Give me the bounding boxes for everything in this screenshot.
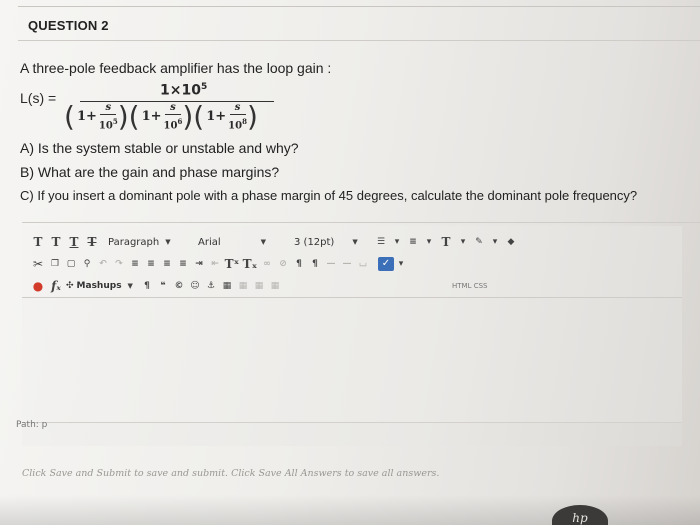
toolbar-row-1: T T T T Paragraph ▼ Arial ▼ 3 (12pt) ▼ ☰ ▾ … [30, 232, 520, 252]
table-icon[interactable]: ▦ [220, 281, 234, 291]
puzzle-icon: ✣ [66, 281, 74, 291]
highlight-pen-icon[interactable]: ✎ [472, 237, 486, 247]
formula-lhs: L(s) = [20, 90, 57, 106]
copy-icon[interactable]: ❐ [48, 259, 62, 269]
paste-icon[interactable]: ▢ [64, 259, 78, 269]
subscript-button[interactable]: Tₓ [242, 257, 258, 271]
screen: QUESTION 2 A three-pole feedback amplifi… [0, 0, 700, 525]
formula-button[interactable]: fₓ [48, 279, 64, 293]
question-title: QUESTION 2 [28, 18, 109, 33]
outdent-icon[interactable]: ⇤ [208, 259, 222, 269]
formula-denominator: ( 1+ s 105 ) ( 1+ s 106 ) ( 1+ s 108 ) [64, 102, 258, 131]
undo-icon[interactable]: ↶ [96, 259, 110, 269]
blockquote-icon[interactable]: ❝ [156, 281, 170, 291]
chevron-down-icon: ▼ [165, 238, 171, 246]
pole-term-1: ( 1+ s 105 ) [64, 99, 129, 133]
strikethrough-button[interactable]: T [84, 235, 100, 249]
toolbar-row-3: ● fₓ ✣ Mashups ▼ ¶ ❝ © ☺ ⚓ ▦ ▦ ▦ ▦ HTML CS… [30, 276, 488, 296]
link-icon[interactable]: ∞ [260, 259, 274, 269]
spellcheck-icon[interactable]: ✓ [378, 257, 394, 271]
chevron-down-icon[interactable]: ▾ [456, 237, 470, 247]
editor-toolbar: T T T T Paragraph ▼ Arial ▼ 3 (12pt) ▼ ☰ ▾ … [22, 226, 682, 298]
horizontal-rule-icon[interactable]: — [340, 259, 354, 269]
save-hint-text: Click Save and Submit to save and submit… [22, 468, 440, 479]
chevron-down-icon: ▼ [127, 282, 133, 290]
chevron-down-icon[interactable]: ▾ [390, 237, 404, 247]
paragraph-select[interactable]: Paragraph ▼ [108, 234, 190, 250]
editor-divider [22, 222, 700, 223]
question-part-a: A) Is the system stable or unstable and … [20, 140, 299, 156]
formula-numerator: 1×105 [160, 82, 208, 99]
cut-icon[interactable]: ✂ [30, 257, 46, 271]
question-part-b: B) What are the gain and phase margins? [20, 164, 280, 180]
font-size-select[interactable]: 3 (12pt) ▼ [294, 234, 366, 250]
horizontal-rule-icon[interactable]: — [324, 259, 338, 269]
paragraph-select-value: Paragraph [108, 236, 160, 248]
editor-path-label: Path: p [16, 420, 48, 430]
italic-button[interactable]: T [48, 235, 64, 249]
toolbar-row-2: ✂ ❐ ▢ ⚲ ↶ ↷ ≡ ≡ ≡ ≡ ⇥ ⇤ Tˣ Tₓ ∞ ⊘ ¶ ¶ — … [30, 254, 410, 274]
pole-term-2: ( 1+ s 106 ) [128, 99, 194, 133]
question-part-c: C) If you insert a dominant pole with a … [20, 188, 638, 203]
size-select-value: 3 (12pt) [294, 236, 335, 248]
unlink-icon[interactable]: ⊘ [276, 259, 290, 269]
top-divider [18, 6, 700, 7]
anchor-icon[interactable]: ⚓ [204, 281, 218, 291]
table-column-icon[interactable]: ▦ [252, 281, 266, 291]
mashups-select[interactable]: ✣ Mashups ▼ [66, 278, 133, 294]
editor-path-bar [22, 422, 682, 446]
table-row-icon[interactable]: ▦ [236, 281, 250, 291]
mashups-select-value: Mashups [76, 281, 122, 291]
pilcrow-icon[interactable]: ¶ [140, 281, 154, 291]
html-css-label[interactable]: HTML CSS [452, 282, 487, 290]
question-divider [18, 40, 700, 41]
text-color-button[interactable]: T [438, 235, 454, 249]
eraser-icon[interactable]: ◆ [504, 237, 518, 247]
chevron-down-icon[interactable]: ▾ [422, 237, 436, 247]
search-icon[interactable]: ⚲ [80, 259, 94, 269]
editor-body[interactable] [22, 298, 682, 422]
copyright-icon[interactable]: © [172, 281, 186, 291]
record-icon[interactable]: ● [30, 279, 46, 293]
bullet-list-icon[interactable]: ☰ [374, 237, 388, 247]
emoji-icon[interactable]: ☺ [188, 281, 202, 291]
chevron-down-icon[interactable]: ▾ [394, 259, 408, 269]
ltr-paragraph-icon[interactable]: ¶ [292, 259, 306, 269]
question-stem: A three-pole feedback amplifier has the … [20, 60, 332, 76]
chevron-down-icon: ▼ [352, 238, 358, 246]
rtl-paragraph-icon[interactable]: ¶ [308, 259, 322, 269]
numbered-list-icon[interactable]: ≡ [406, 237, 420, 247]
loop-gain-formula: L(s) = 1×105 ( 1+ s 105 ) ( 1+ s 106 ) ( 1… [20, 82, 280, 140]
font-family-select[interactable]: Arial ▼ [198, 234, 282, 250]
bold-button[interactable]: T [30, 235, 46, 249]
underline-button[interactable]: T [66, 235, 82, 249]
align-center-icon[interactable]: ≡ [144, 259, 158, 269]
indent-icon[interactable]: ⇥ [192, 259, 206, 269]
superscript-button[interactable]: Tˣ [224, 257, 240, 271]
align-left-icon[interactable]: ≡ [128, 259, 142, 269]
font-select-value: Arial [198, 236, 221, 248]
redo-icon[interactable]: ↷ [112, 259, 126, 269]
align-right-icon[interactable]: ≡ [160, 259, 174, 269]
nonbreaking-space-icon[interactable]: ⌴ [356, 259, 370, 269]
align-justify-icon[interactable]: ≡ [176, 259, 190, 269]
table-cell-icon[interactable]: ▦ [268, 281, 282, 291]
chevron-down-icon[interactable]: ▾ [488, 237, 502, 247]
chevron-down-icon: ▼ [260, 238, 267, 246]
pole-term-3: ( 1+ s 108 ) [193, 99, 258, 133]
